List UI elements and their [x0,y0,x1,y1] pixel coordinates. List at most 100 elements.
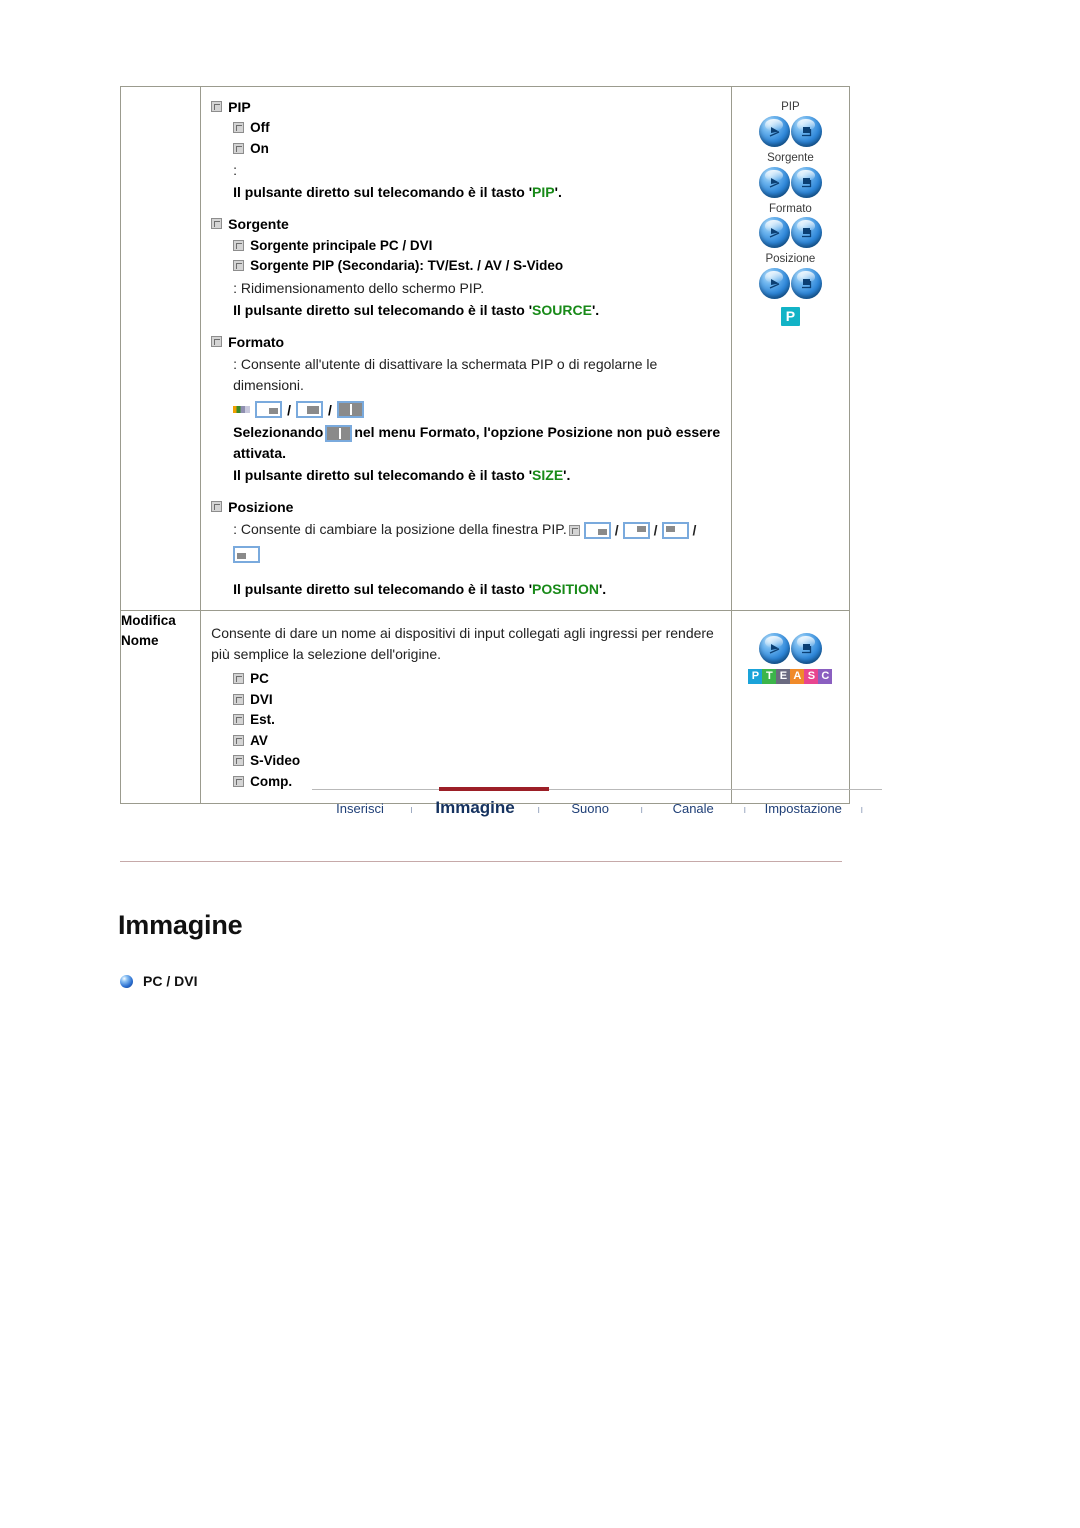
table-row: Modifica Nome Consente di dare un nome a… [119,610,851,804]
play-orb-icon[interactable] [758,268,790,300]
bullet-label: Est. [250,712,275,728]
bullet-marker-icon [211,218,223,230]
play-orb-icon[interactable] [758,217,790,249]
button-group-label: Formato [769,202,812,215]
group-pip: PIP Off On : Il pulsante diretto sul tel… [211,97,723,203]
bullet-marker-icon [233,734,245,746]
bullet-label: On [250,140,269,156]
stop-orb-icon[interactable] [790,115,822,147]
bullet-marker-icon [211,101,223,112]
stop-orb-icon[interactable] [790,633,822,665]
pteasc-source-icons: P T E A S C [732,669,849,685]
note-post: '. [563,467,571,484]
nav-active-indicator [439,787,549,791]
row-label-line: Nome [121,632,159,648]
play-orb-icon[interactable] [758,633,790,665]
button-pair-modifica-nome [732,633,849,665]
note-key: PIP [532,184,555,201]
pip-position-top-right-icon [622,522,650,540]
p-badge-icon: P [780,307,800,327]
pip-position-bottom-left-icon [233,546,261,564]
bullet-label: Off [250,120,270,136]
posizione-desc-line: : Consente di cambiare la posizione dell… [233,519,723,541]
note-key: POSITION [532,581,599,598]
pip-colon-line: : [233,162,237,179]
formato-desc: : Consente all'utente di disattivare la … [233,356,658,394]
bullet-marker-icon [233,260,245,272]
bullet-label: AV [250,732,268,748]
button-pair-posizione [732,268,849,300]
bullet-s-video: S-Video [233,751,723,771]
nav-item-inserisci[interactable]: Inserisci [312,801,408,816]
bullet-pip-on: On [233,139,723,159]
nav-item-immagine[interactable]: Immagine [415,798,535,818]
nav-item-impostazione[interactable]: Impostazione [748,801,858,816]
stop-orb-icon[interactable] [790,166,822,198]
selecting-pre: Selezionando [233,424,324,441]
bullet-pip: PIP [211,97,723,117]
bullet-label: Posizione [228,499,294,516]
play-orb-icon[interactable] [758,115,790,147]
slash-separator: / [287,401,291,418]
page-divider [120,861,842,862]
row-image-cell-pip: PIP Sorgente Formato Posizione P [730,85,851,612]
section-nav: Inserisci ı Immagine ı Suono ı Canale ı … [312,787,882,818]
button-group-label: PIP [781,101,800,113]
pip-split-frame-icon [325,424,353,442]
pip-position-bottom-right-icon [583,522,611,540]
bullet-sorgente-principale: Sorgente principale PC / DVI [233,236,723,256]
slash-separator: / [614,522,619,539]
group-formato: Formato : Consente all'utente di disatti… [211,332,723,486]
bullet-marker-icon [233,693,245,705]
nav-rule [312,787,882,791]
bullet-sorgente-pip: Sorgente PIP (Secondaria): TV/Est. / AV … [233,256,723,276]
bullet-label: Sorgente [228,216,289,233]
bullet-marker-icon [211,335,223,347]
button-pair-sorgente [732,166,849,198]
nav-item-canale[interactable]: Canale [645,801,741,816]
bullet-marker-icon [211,501,223,513]
colorbar-icon [233,406,251,414]
pip-split-frame-icon [336,401,364,419]
bullet-marker-icon [233,755,245,767]
note-key: SOURCE [532,301,592,318]
bullet-pc: PC [233,669,723,689]
bullet-label: S-Video [250,753,301,769]
note-pre: Il pulsante diretto sul telecomando è il… [233,467,533,484]
page-title: Immagine [118,910,243,940]
slash-separator: / [328,401,332,418]
play-orb-icon[interactable] [758,166,790,198]
row-body-cell-pip: PIP Off On : Il pulsante diretto sul tel… [200,85,732,612]
pip-spec-table: PIP Off On : Il pulsante diretto sul tel… [119,85,851,804]
bullet-label: PC [250,671,269,687]
note-key: SIZE [532,467,564,484]
note-post: '. [554,184,562,201]
bullet-posizione: Posizione [211,497,723,517]
bullet-label: Sorgente principale PC / DVI [250,237,433,253]
formato-remote-note: Il pulsante diretto sul telecomando è il… [233,465,723,486]
button-pair-pip [732,115,849,147]
stop-orb-icon[interactable] [790,268,822,300]
row-label-line: Modifica [121,613,176,629]
pip-position-top-left-icon [661,522,689,540]
nav-separator: ı [860,804,864,816]
bullet-label: PIP [228,99,251,115]
pteasc-letter-e: E [776,669,791,685]
bullet-label: Formato [228,333,285,350]
posizione-desc-text: : Consente di cambiare la posizione dell… [233,521,567,538]
bullet-formato: Formato [211,332,723,352]
stop-orb-icon[interactable] [790,217,822,249]
nav-separator: ı [640,804,644,816]
note-pre: Il pulsante diretto sul telecomando è il… [233,184,533,201]
formato-selecting-note: Selezionando nel menu Formato, l'opzione … [233,422,723,464]
note-pre: Il pulsante diretto sul telecomando è il… [233,301,533,318]
posizione-pictogram-wrap [233,546,723,564]
formato-pictogram-row: / / [233,401,723,419]
bullet-pip-off: Off [233,118,723,138]
nav-item-suono[interactable]: Suono [542,801,638,816]
sub-section-label: PC / DVI [143,973,198,989]
row-image-cell-modifica-nome: P T E A S C [730,610,851,804]
pip-large-frame-icon [296,401,323,419]
group-sorgente: Sorgente Sorgente principale PC / DVI So… [211,214,723,320]
modifica-nome-illustration: P T E A S C [732,611,849,694]
